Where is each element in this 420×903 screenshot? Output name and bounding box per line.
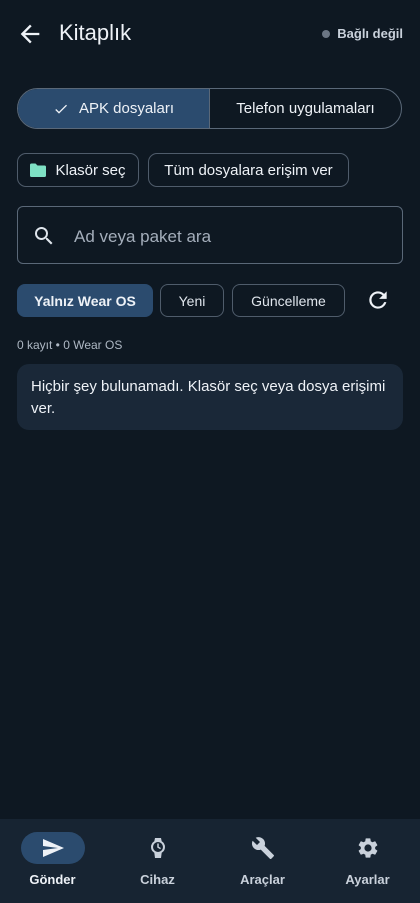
choose-folder-button[interactable]: Klasör seç <box>17 153 139 187</box>
filter-chip-wear-os-only[interactable]: Yalnız Wear OS <box>17 284 153 317</box>
grant-access-label: Tüm dosyalara erişim ver <box>164 161 333 179</box>
tab-apk-files-label: APK dosyaları <box>78 100 175 117</box>
nav-device-indicator <box>126 832 190 864</box>
nav-settings-label: Ayarlar <box>345 872 390 887</box>
nav-send-indicator <box>20 832 85 864</box>
source-tabs: APK dosyaları Telefon uygulamaları <box>17 88 402 129</box>
folder-icon <box>30 163 47 177</box>
nav-send[interactable]: Gönder <box>0 819 105 903</box>
nav-settings-indicator <box>336 832 400 864</box>
send-icon <box>42 839 64 857</box>
tab-apk-files[interactable]: APK dosyaları <box>18 89 210 128</box>
page-title: Kitaplık <box>59 20 132 45</box>
watch-icon <box>150 838 165 858</box>
gear-icon <box>358 838 377 858</box>
check-icon <box>55 104 67 114</box>
nav-tools[interactable]: Araçlar <box>210 819 315 903</box>
grant-all-files-access-button[interactable]: Tüm dosyalara erişim ver <box>148 153 349 187</box>
wrench-icon <box>251 837 274 859</box>
tab-phone-apps[interactable]: Telefon uygulamaları <box>210 89 401 128</box>
connection-status: Bağlı değil <box>322 26 403 41</box>
filter-chip-label: Yalnız Wear OS <box>34 292 136 309</box>
search-box <box>17 206 403 264</box>
search-icon <box>35 227 53 245</box>
nav-device[interactable]: Cihaz <box>105 819 210 903</box>
nav-tools-indicator <box>231 832 295 864</box>
status-dot-icon <box>322 29 331 38</box>
nav-device-label: Cihaz <box>140 872 175 887</box>
connection-status-label: Bağlı değil <box>337 26 403 41</box>
back-arrow-icon[interactable] <box>16 20 44 48</box>
nav-settings[interactable]: Ayarlar <box>315 819 420 903</box>
filter-chip-label: Yeni <box>178 292 206 309</box>
nav-send-label: Gönder <box>29 872 76 887</box>
bottom-navigation: Gönder Cihaz Araçlar Ayarlar <box>0 819 420 903</box>
refresh-icon[interactable] <box>365 287 391 313</box>
filter-chip-label: Güncelleme <box>251 292 326 309</box>
empty-state-message: Hiçbir şey bulunamadı. Klasör seç veya d… <box>17 364 403 430</box>
choose-folder-label: Klasör seç <box>55 161 126 179</box>
nav-tools-label: Araçlar <box>240 872 285 887</box>
tab-phone-apps-label: Telefon uygulamaları <box>236 100 375 117</box>
result-count: 0 kayıt • 0 Wear OS <box>17 338 123 352</box>
search-input[interactable] <box>72 221 386 253</box>
filter-chip-new[interactable]: Yeni <box>160 284 224 317</box>
filter-chip-update[interactable]: Güncelleme <box>232 284 345 317</box>
